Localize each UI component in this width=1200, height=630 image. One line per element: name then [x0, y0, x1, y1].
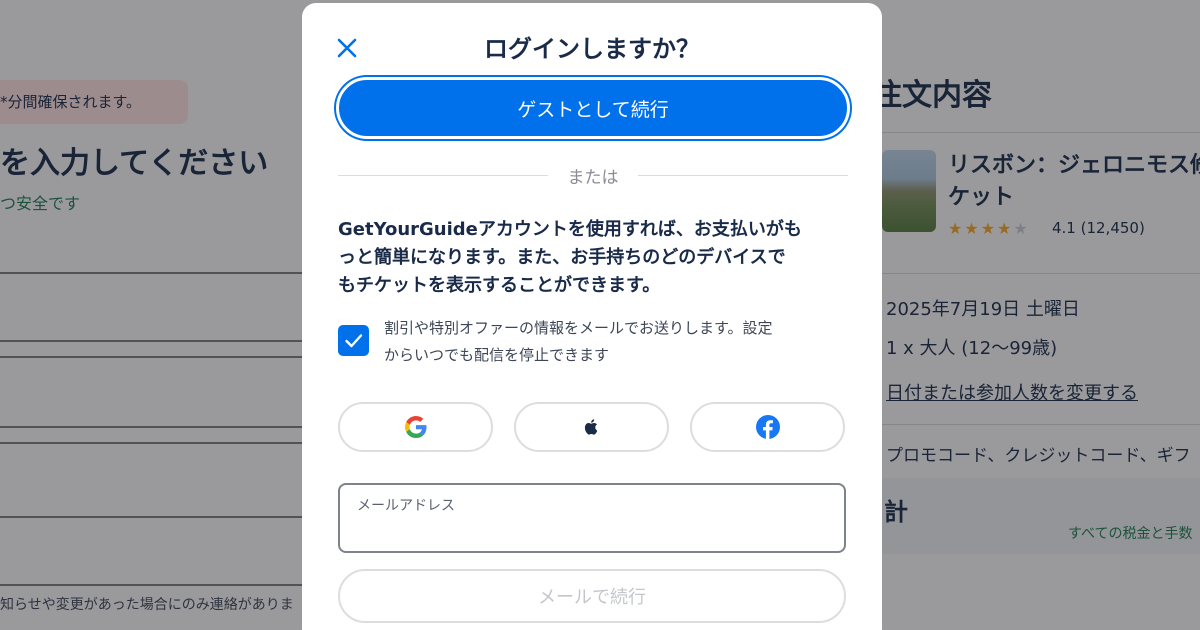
newsletter-label: 割引や特別オファーの情報をメールでお送りします。設定 からいつでも配信を停止でき… [384, 315, 850, 369]
account-benefit-text: GetYourGuideアカウントを使用すれば、お支払いがも っと簡単になります… [338, 216, 852, 300]
account-benefit-line: もチケットを表示することができます。 [338, 275, 661, 296]
facebook-icon [755, 415, 780, 439]
google-icon [404, 416, 426, 438]
facebook-login-button[interactable] [690, 402, 845, 452]
account-benefit-line: っと簡単になります。また、お手持ちのどのデバイスで [338, 247, 786, 268]
email-input[interactable] [355, 519, 825, 543]
apple-login-button[interactable] [514, 402, 669, 452]
or-text: または [567, 168, 619, 188]
newsletter-label-line: からいつでも配信を停止できます [384, 346, 610, 364]
email-field[interactable]: メールアドレス [338, 483, 846, 553]
checkmark-icon [345, 334, 363, 348]
email-field-label: メールアドレス [357, 498, 455, 514]
account-benefit-line: GetYourGuideアカウントを使用すれば、お支払いがも [338, 219, 802, 240]
continue-as-guest-button[interactable]: ゲストとして続行 [336, 77, 850, 139]
newsletter-checkbox[interactable] [338, 325, 369, 356]
continue-with-email-button[interactable]: メールで続行 [338, 569, 846, 623]
login-modal: ログインしますか？ ゲストとして続行 または GetYourGuideアカウント… [302, 3, 882, 630]
or-divider: または [338, 163, 848, 188]
apple-icon [584, 419, 597, 435]
newsletter-label-line: 割引や特別オファーの情報をメールでお送りします。設定 [384, 319, 773, 337]
modal-title: ログインしますか？ [484, 35, 700, 63]
google-login-button[interactable] [338, 402, 493, 452]
